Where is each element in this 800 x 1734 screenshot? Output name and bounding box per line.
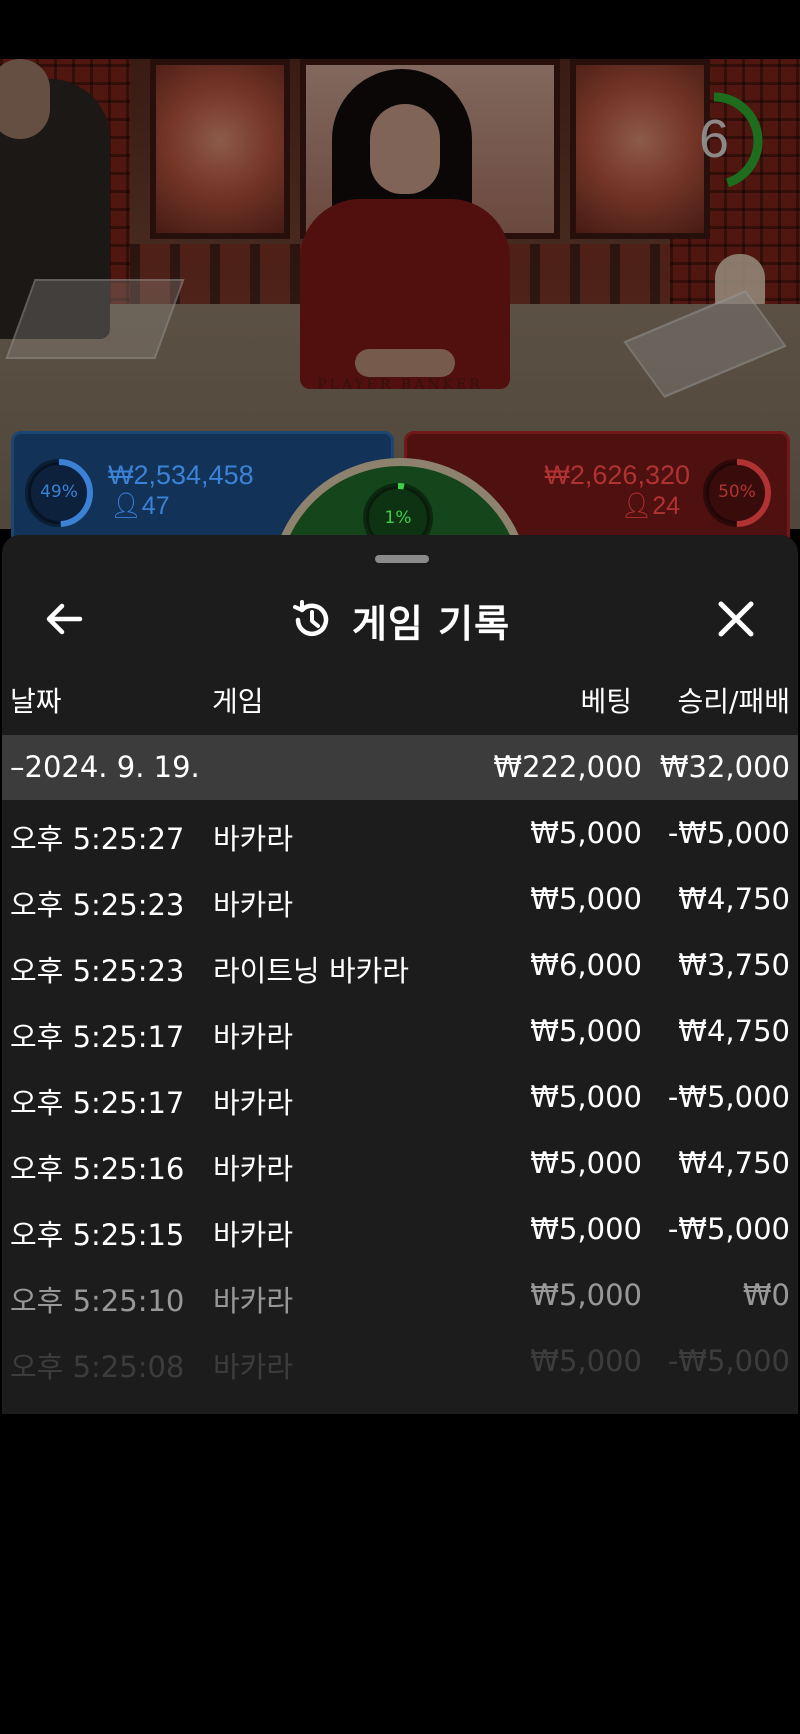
row-bet: ₩5,000 <box>530 816 642 850</box>
row-bet: ₩5,000 <box>530 1146 642 1180</box>
game-history-sheet: 게임 기록 날짜 게임 베팅 승리/패배 –2024. 9. 19. ₩222,… <box>2 535 798 1414</box>
row-time: 오후 5:25:10 <box>10 1284 185 1318</box>
row-result: -₩5,000 <box>667 1080 790 1114</box>
column-header-bet[interactable]: 베팅 <box>580 680 632 720</box>
player-percent: 49% <box>40 482 78 502</box>
history-row[interactable]: 오후 5:25:16 바카라 ₩5,000 ₩4,750 <box>2 1130 798 1196</box>
close-icon <box>718 601 754 637</box>
history-row[interactable]: 오후 5:25:17 바카라 ₩5,000 ₩4,750 <box>2 998 798 1064</box>
row-game: 바카라 <box>213 1020 294 1054</box>
banker-total-amount: ₩2,626,320 <box>544 460 690 490</box>
sheet-drag-handle[interactable] <box>375 555 429 563</box>
day-total-bet: ₩222,000 <box>493 750 642 784</box>
row-bet: ₩5,000 <box>530 1344 642 1378</box>
history-row[interactable]: 오후 5:25:10 바카라 ₩5,000 ₩0 <box>2 1262 798 1328</box>
banker-count-value: 24 <box>652 492 680 520</box>
history-icon <box>292 600 329 637</box>
row-time: 오후 5:25:27 <box>10 822 185 856</box>
history-row[interactable]: 오후 5:25:23 라이트닝 바카라 ₩6,000 ₩3,750 <box>2 932 798 998</box>
player-count-value: 47 <box>141 492 170 520</box>
banker-count: 👤︎24 <box>620 492 680 521</box>
history-row[interactable]: 오후 5:25:15 바카라 ₩5,000 -₩5,000 <box>2 1196 798 1262</box>
history-row[interactable]: 오후 5:25:23 바카라 ₩5,000 ₩4,750 <box>2 866 798 932</box>
row-result: ₩4,750 <box>678 882 790 916</box>
person-icon: 👤︎ <box>110 492 142 520</box>
row-bet: ₩5,000 <box>530 882 642 916</box>
row-result: -₩5,000 <box>667 1212 790 1246</box>
column-header-result[interactable]: 승리/패배 <box>678 680 790 720</box>
row-game: 바카라 <box>213 888 294 922</box>
row-game: 바카라 <box>213 1350 294 1384</box>
tie-percent: 1% <box>384 508 412 528</box>
player-count: 👤︎47 <box>110 492 170 521</box>
row-result: ₩3,750 <box>678 948 790 982</box>
row-time: 오후 5:25:23 <box>10 888 185 922</box>
player-total-amount: ₩2,534,458 <box>108 460 254 490</box>
column-header-date[interactable]: 날짜 <box>10 680 62 720</box>
row-time: 오후 5:25:17 <box>10 1020 185 1054</box>
row-game: 바카라 <box>213 1218 294 1252</box>
day-total-result: ₩32,000 <box>659 750 790 784</box>
person-icon: 👤︎ <box>620 492 653 520</box>
row-time: 오후 5:25:17 <box>10 1086 185 1120</box>
row-bet: ₩6,000 <box>530 948 642 982</box>
row-bet: ₩5,000 <box>530 1212 642 1246</box>
sheet-title: 게임 기록 <box>351 601 511 646</box>
row-time: 오후 5:25:08 <box>10 1350 185 1384</box>
day-summary-row[interactable]: –2024. 9. 19. ₩222,000 ₩32,000 <box>2 735 798 800</box>
row-result: ₩4,750 <box>678 1146 790 1180</box>
row-time: 오후 5:25:23 <box>10 954 185 988</box>
row-game: 바카라 <box>213 1284 294 1318</box>
row-bet: ₩5,000 <box>530 1278 642 1312</box>
banker-percent: 50% <box>718 482 756 502</box>
column-header-game[interactable]: 게임 <box>212 680 264 720</box>
day-date: –2024. 9. 19. <box>10 750 200 784</box>
sheet-header: 게임 기록 <box>2 585 798 655</box>
history-row[interactable]: 오후 5:25:27 바카라 ₩5,000 -₩5,000 <box>2 800 798 866</box>
row-game: 바카라 <box>213 1086 294 1120</box>
row-game: 바카라 <box>213 1152 294 1186</box>
row-bet: ₩5,000 <box>530 1014 642 1048</box>
row-bet: ₩5,000 <box>530 1080 642 1114</box>
row-game: 라이트닝 바카라 <box>213 954 409 988</box>
history-row[interactable]: 오후 5:25:08 바카라 ₩5,000 -₩5,000 <box>2 1328 798 1394</box>
history-row[interactable]: 오후 5:25:17 바카라 ₩5,000 -₩5,000 <box>2 1064 798 1130</box>
row-game: 바카라 <box>213 822 294 856</box>
row-time: 오후 5:25:16 <box>10 1152 185 1186</box>
close-button[interactable] <box>712 595 760 643</box>
row-result: -₩5,000 <box>667 816 790 850</box>
title-group: 게임 기록 <box>2 585 798 655</box>
row-result: -₩5,000 <box>667 1344 790 1378</box>
row-time: 오후 5:25:15 <box>10 1218 185 1252</box>
row-result: ₩4,750 <box>678 1014 790 1048</box>
row-result: ₩0 <box>742 1278 790 1312</box>
